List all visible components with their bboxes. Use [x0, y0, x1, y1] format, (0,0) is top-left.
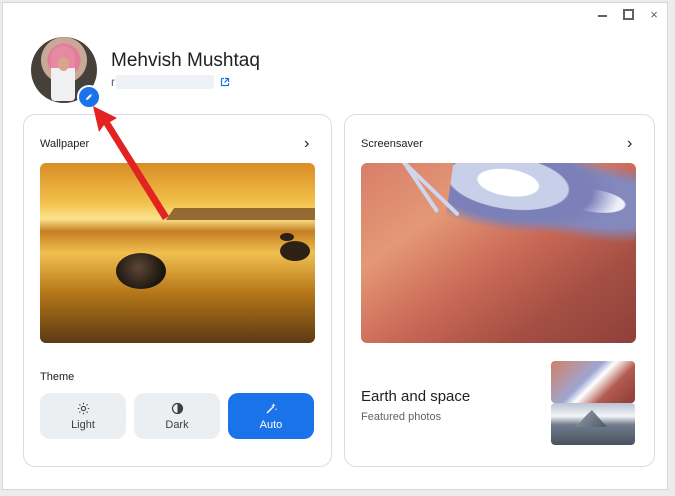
wallpaper-title: Wallpaper: [40, 138, 90, 150]
avatar-face: [58, 57, 69, 71]
light-theme-button[interactable]: Light: [40, 393, 126, 439]
personalization-window: × Mehvish Mushtaq r Wallpaper › Theme Li…: [2, 2, 668, 490]
screensaver-thumbnail-aerial[interactable]: [551, 361, 635, 403]
screensaver-thumbnail-mountain[interactable]: [551, 403, 635, 445]
email-prefix: r: [111, 75, 115, 89]
screensaver-title: Screensaver: [361, 138, 423, 150]
wallpaper-chevron[interactable]: ›: [304, 135, 309, 153]
wallpaper-stone-tiny: [280, 233, 294, 241]
close-icon[interactable]: ×: [647, 7, 661, 22]
wallpaper-shore: [165, 208, 315, 220]
auto-theme-label: Auto: [259, 418, 283, 431]
wallpaper-preview[interactable]: [40, 163, 315, 343]
user-name: Mehvish Mushtaq: [111, 50, 260, 71]
dark-theme-button[interactable]: Dark: [134, 393, 220, 439]
wallpaper-stone-small: [280, 241, 310, 261]
email-redaction: [116, 75, 214, 89]
window-controls: ×: [595, 7, 661, 22]
screensaver-collection-title: Earth and space: [361, 388, 471, 405]
edit-avatar-button[interactable]: [77, 85, 101, 109]
auto-theme-button[interactable]: Auto: [228, 393, 314, 439]
dark-theme-label: Dark: [165, 418, 189, 431]
open-in-new-icon[interactable]: [220, 77, 230, 87]
light-theme-label: Light: [71, 418, 95, 431]
screensaver-card: Screensaver › Earth and space Featured p…: [344, 114, 655, 467]
screensaver-preview[interactable]: [361, 163, 636, 343]
minimize-icon[interactable]: [595, 7, 609, 21]
screensaver-blue-pattern: [443, 163, 636, 258]
user-email-row: r: [111, 75, 230, 89]
dark-mode-icon: [171, 402, 184, 415]
wallpaper-stone: [116, 253, 166, 289]
screensaver-chevron[interactable]: ›: [627, 135, 632, 153]
screensaver-collection-subtitle: Featured photos: [361, 411, 442, 423]
theme-label: Theme: [40, 371, 75, 383]
avatar-person: [51, 46, 75, 101]
maximize-icon[interactable]: [621, 7, 635, 21]
pencil-icon: [86, 93, 93, 100]
light-mode-icon: [77, 402, 90, 415]
auto-mode-icon: [265, 402, 278, 415]
wallpaper-card: Wallpaper › Theme Light Dark Auto: [23, 114, 332, 467]
